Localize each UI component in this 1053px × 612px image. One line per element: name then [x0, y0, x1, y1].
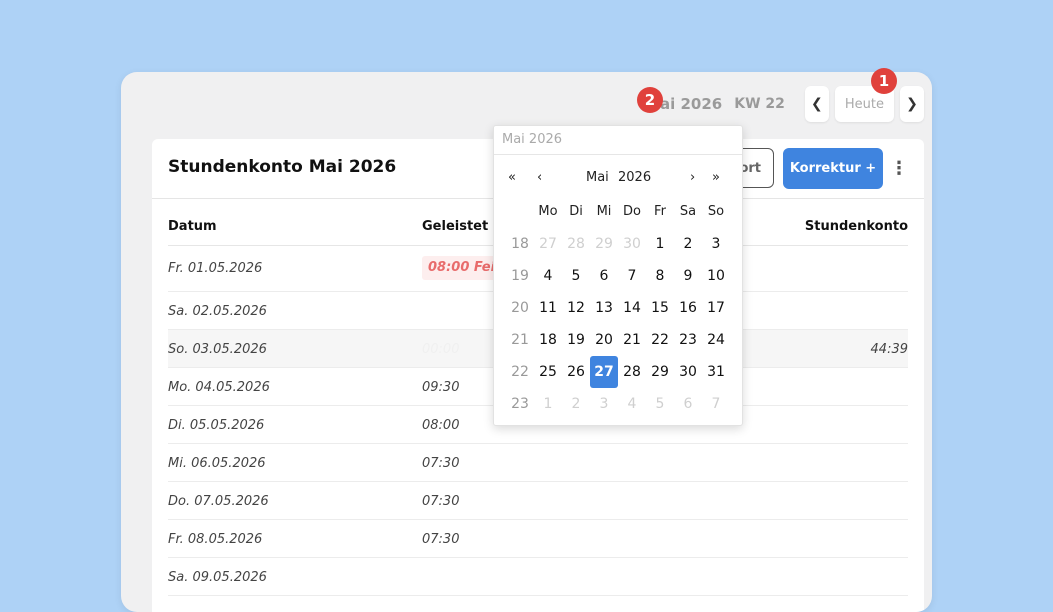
calendar-day[interactable]: 18	[534, 324, 562, 356]
week-number: 20	[511, 300, 529, 316]
row-date: Mi. 06.05.2026	[168, 456, 266, 471]
week-number: 23	[511, 396, 529, 412]
next-month-icon[interactable]: ›	[690, 170, 695, 185]
datepicker-input[interactable]: Mai 2026	[494, 126, 742, 155]
calendar-day[interactable]: 21	[618, 324, 646, 356]
week-number: 18	[511, 236, 529, 252]
calendar-day[interactable]: 4	[534, 260, 562, 292]
korrektur-button[interactable]: Korrektur +	[783, 148, 883, 189]
calendar-day[interactable]: 16	[674, 292, 702, 324]
calendar-day[interactable]: 3	[702, 228, 730, 260]
row-date: Di. 05.05.2026	[168, 418, 265, 433]
calendar-day[interactable]: 13	[590, 292, 618, 324]
column-header-stundenkonto: Stundenkonto	[804, 219, 908, 234]
column-header-geleistet: Geleistet	[422, 219, 489, 234]
next-button[interactable]: ❯	[900, 86, 924, 122]
calendar-day[interactable]: 12	[562, 292, 590, 324]
calendar-day[interactable]: 15	[646, 292, 674, 324]
calendar-day[interactable]: 5	[646, 388, 674, 420]
annotation-badge-1: 1	[871, 68, 897, 94]
calendar-day[interactable]: 1	[646, 228, 674, 260]
year-select[interactable]: 2026	[618, 170, 651, 185]
row-geleistet: 09:30	[422, 380, 460, 395]
row-geleistet: 07:30	[422, 532, 460, 547]
kebab-icon[interactable]: ⋮	[890, 156, 908, 180]
calendar-day[interactable]: 20	[590, 324, 618, 356]
calendar-day[interactable]: 25	[534, 356, 562, 388]
calendar-day[interactable]: 30	[618, 228, 646, 260]
month-select[interactable]: Mai	[586, 170, 609, 185]
column-header-datum: Datum	[168, 219, 217, 234]
datepicker-popup: Mai 2026 « ‹ Mai 2026 › » Mo Di Mi Do Fr Sa So…	[493, 125, 743, 426]
chevron-left-icon: ❮	[811, 96, 823, 112]
calendar-day[interactable]: 2	[674, 228, 702, 260]
calendar-day[interactable]: 14	[618, 292, 646, 324]
weekday-header: Mi	[596, 204, 612, 219]
datepicker-header: « ‹ Mai 2026 › »	[494, 170, 742, 190]
calendar-day[interactable]: 17	[702, 292, 730, 324]
row-date: Fr. 01.05.2026	[168, 261, 263, 276]
row-date: Fr. 08.05.2026	[168, 532, 263, 547]
calendar-day[interactable]: 24	[702, 324, 730, 356]
calendar-day[interactable]: 8	[646, 260, 674, 292]
week-label: KW 22	[734, 96, 785, 112]
next-year-icon[interactable]: »	[712, 170, 720, 185]
calendar-day[interactable]: 23	[674, 324, 702, 356]
prev-month-icon[interactable]: ‹	[537, 170, 542, 185]
row-date: So. 03.05.2026	[168, 342, 267, 357]
selected-day[interactable]: 27	[590, 356, 618, 388]
row-date: Do. 07.05.2026	[168, 494, 269, 509]
calendar-day[interactable]: 19	[562, 324, 590, 356]
weekday-header: Mo	[538, 204, 558, 219]
calendar-day[interactable]: 9	[674, 260, 702, 292]
row-stundenkonto: 44:39	[870, 342, 908, 357]
page-title: Stundenkonto Mai 2026	[168, 157, 397, 177]
table-row[interactable]: Sa. 09.05.2026	[168, 558, 908, 596]
table-row[interactable]: Do. 07.05.2026 07:30	[168, 482, 908, 520]
row-geleistet: 07:30	[422, 456, 460, 471]
calendar-day[interactable]: 1	[534, 388, 562, 420]
calendar-day[interactable]: 11	[534, 292, 562, 324]
calendar-day[interactable]: 2	[562, 388, 590, 420]
calendar-day[interactable]: 3	[590, 388, 618, 420]
weekday-header: Sa	[679, 204, 697, 219]
calendar-day[interactable]: 30	[674, 356, 702, 388]
calendar-day[interactable]: 4	[618, 388, 646, 420]
calendar-day[interactable]: 28	[562, 228, 590, 260]
calendar-day[interactable]: 22	[646, 324, 674, 356]
chevron-right-icon: ❯	[906, 96, 918, 112]
row-date: Sa. 02.05.2026	[168, 304, 267, 319]
week-number: 21	[511, 332, 529, 348]
week-number: 22	[511, 364, 529, 380]
row-geleistet: 07:30	[422, 494, 460, 509]
row-geleistet: 00:00	[422, 342, 460, 357]
weekday-header: Do	[623, 204, 641, 219]
prev-button[interactable]: ❮	[804, 86, 829, 122]
calendar-day[interactable]: 31	[702, 356, 730, 388]
week-number: 19	[511, 268, 529, 284]
weekday-header: Fr	[654, 204, 666, 219]
prev-year-icon[interactable]: «	[508, 170, 516, 185]
calendar-day[interactable]: 29	[590, 228, 618, 260]
row-geleistet: 08:00	[422, 418, 460, 433]
row-date: Sa. 09.05.2026	[168, 570, 267, 585]
calendar-day[interactable]: 28	[618, 356, 646, 388]
calendar-day[interactable]: 29	[646, 356, 674, 388]
table-row[interactable]: Mi. 06.05.2026 07:30	[168, 444, 908, 482]
calendar-day[interactable]: 6	[674, 388, 702, 420]
calendar-day[interactable]: 5	[562, 260, 590, 292]
weekday-header: Di	[569, 204, 583, 219]
calendar-day[interactable]: 26	[562, 356, 590, 388]
calendar-day[interactable]: 27	[534, 228, 562, 260]
annotation-badge-2: 2	[637, 87, 663, 113]
table-row[interactable]: Fr. 08.05.2026 07:30	[168, 520, 908, 558]
calendar-day[interactable]: 10	[702, 260, 730, 292]
row-date: Mo. 04.05.2026	[168, 380, 270, 395]
calendar-day[interactable]: 7	[618, 260, 646, 292]
calendar-day[interactable]: 6	[590, 260, 618, 292]
weekday-header: So	[707, 204, 725, 219]
calendar-day[interactable]: 7	[702, 388, 730, 420]
